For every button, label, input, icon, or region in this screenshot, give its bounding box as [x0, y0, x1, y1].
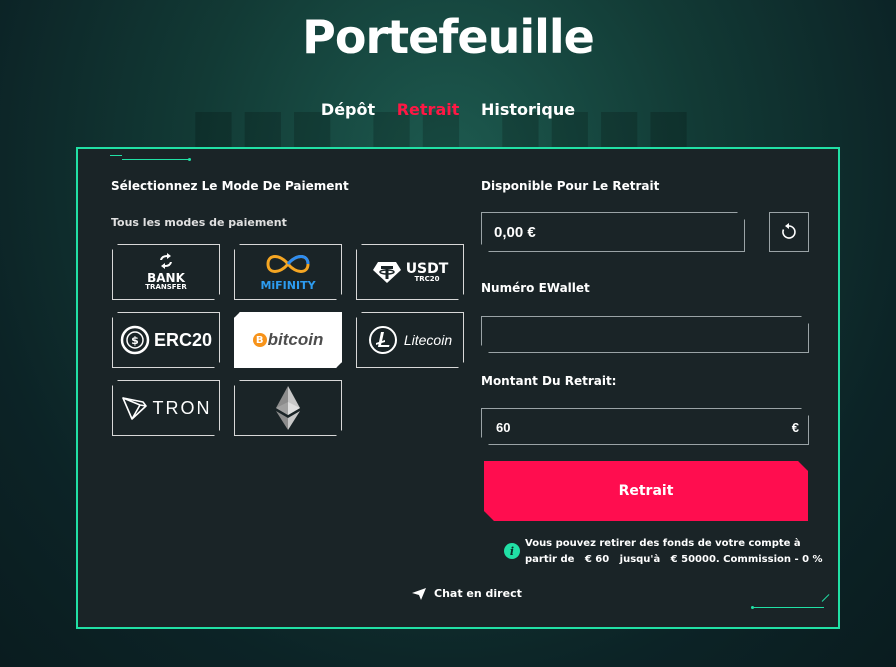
payment-usdt[interactable]: USDT TRC20	[356, 244, 464, 300]
litecoin-label: Litecoin	[403, 332, 453, 348]
usdt-label: USDT	[405, 260, 449, 277]
refresh-icon	[782, 223, 796, 239]
payment-filter-label: Tous les modes de paiement	[111, 216, 287, 229]
amount-input[interactable]: 60 €	[481, 408, 809, 445]
payment-tron[interactable]: TRON	[112, 380, 220, 436]
amount-label: Montant Du Retrait:	[481, 374, 617, 388]
available-label: Disponible Pour Le Retrait	[481, 179, 660, 193]
mifinity-label: MiFINITY	[260, 278, 316, 292]
decor-dot	[751, 606, 754, 609]
withdraw-submit-button[interactable]: Retrait	[484, 461, 808, 521]
tron-label: TRON	[152, 397, 212, 418]
ewallet-input[interactable]	[481, 316, 809, 353]
bank-arrows-icon	[157, 253, 175, 269]
decor-line	[754, 607, 824, 608]
chat-label: Chat en direct	[434, 587, 522, 600]
info-icon: i	[504, 543, 520, 559]
payment-bitcoin[interactable]: B bitcoin	[234, 312, 342, 368]
payment-mode-heading: Sélectionnez Le Mode De Paiement	[111, 179, 349, 193]
tron-icon	[121, 395, 147, 421]
withdraw-panel: Sélectionnez Le Mode De Paiement Tous le…	[76, 147, 840, 629]
decor-line	[122, 159, 190, 160]
payment-mifinity[interactable]: MiFINITY	[234, 244, 342, 300]
currency-symbol: €	[791, 420, 799, 435]
send-icon	[412, 587, 426, 600]
wallet-tabs: Dépôt Retrait Historique	[0, 100, 896, 119]
usdc-icon: $	[120, 325, 150, 355]
bitcoin-icon: B	[253, 333, 267, 347]
page-title: Portefeuille	[302, 10, 595, 64]
decor-line	[821, 594, 830, 602]
payment-ethereum[interactable]	[234, 380, 342, 436]
erc20-label: ERC20	[153, 329, 213, 350]
info-line-1: Vous pouvez retirer des fonds de votre c…	[525, 538, 801, 549]
ewallet-label: Numéro EWallet	[481, 281, 590, 295]
svg-text:$: $	[131, 334, 139, 347]
tether-icon	[372, 260, 402, 284]
tab-depot[interactable]: Dépôt	[321, 100, 375, 119]
transfer-label: TRANSFER	[145, 283, 187, 291]
available-balance-field: 0,00 €	[481, 212, 745, 252]
bitcoin-label: bitcoin	[267, 330, 324, 349]
live-chat-link[interactable]: Chat en direct	[412, 587, 522, 600]
decor-line	[110, 155, 122, 156]
ethereum-icon	[275, 385, 301, 431]
amount-value: 60	[496, 420, 511, 435]
trc20-label: TRC20	[414, 274, 440, 283]
infinity-icon	[262, 253, 314, 275]
payment-erc20[interactable]: $ ERC20	[112, 312, 220, 368]
tab-retrait[interactable]: Retrait	[397, 100, 460, 119]
decor-dot	[188, 158, 191, 161]
litecoin-icon	[368, 325, 398, 355]
tab-historique[interactable]: Historique	[481, 100, 575, 119]
info-line-2: partir de € 60 jusqu'à € 50000. Commissi…	[525, 554, 823, 565]
refresh-button[interactable]	[769, 212, 809, 252]
payment-bank-transfer[interactable]: BANK TRANSFER	[112, 244, 220, 300]
withdraw-limits-info: Vous pouvez retirer des fonds de votre c…	[525, 536, 823, 568]
payment-litecoin[interactable]: Litecoin	[356, 312, 464, 368]
